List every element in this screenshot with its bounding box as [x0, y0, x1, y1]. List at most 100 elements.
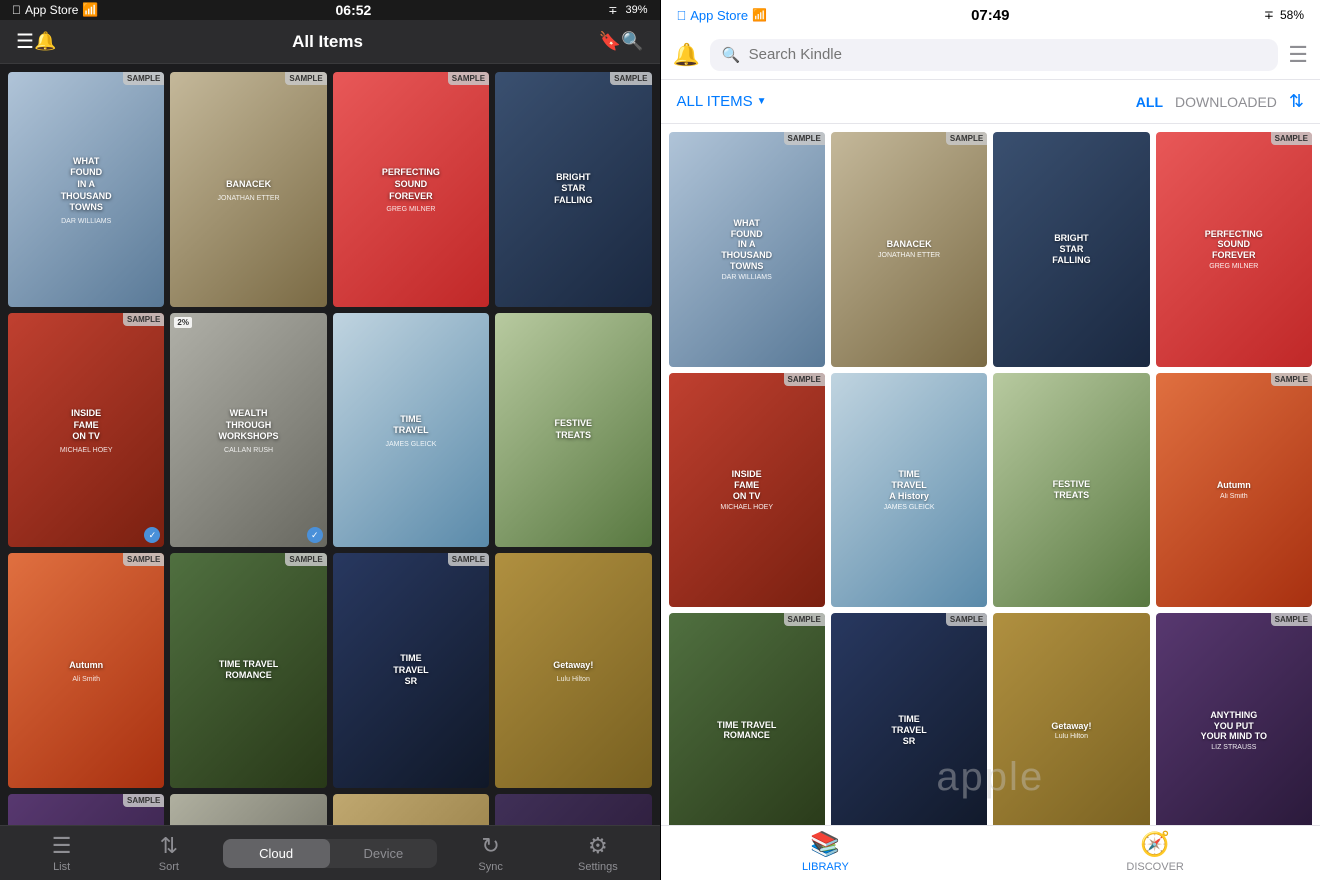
right-books-grid: SAMPLEWHATFOUNDIN ATHOUSANDTOWNSDAR WILL… [669, 132, 1313, 825]
right-discover-label: DISCOVER [1126, 861, 1183, 873]
left-sync-icon: ↻ [481, 833, 499, 859]
sample-badge: SAMPLE [285, 72, 326, 85]
left-app-store-text: App Store [25, 3, 78, 17]
percent-badge: 2% [174, 317, 192, 328]
left-tab-cloud[interactable]: Cloud [223, 839, 330, 868]
list-item[interactable]: THE SINSOF THEFATHERSANDY CONWAY [495, 794, 651, 825]
right-discover-icon: 🧭 [1140, 830, 1170, 859]
right-filter-bar: ALL ITEMS ▼ ALL DOWNLOADED ⇅ [661, 80, 1320, 124]
right-sort-icon[interactable]: ⇅ [1289, 91, 1304, 112]
sample-badge: SAMPLE [784, 613, 825, 626]
right-tab-bar: 📚 LIBRARY 🧭 DISCOVER [661, 825, 1320, 880]
left-tab-settings[interactable]: ⚙ Settings [544, 833, 651, 873]
list-item[interactable]: SAMPLETIMETRAVELSR [333, 553, 489, 788]
right-tab-library[interactable]: 📚 LIBRARY [661, 830, 991, 877]
filter-all-items-btn[interactable]: ALL ITEMS ▼ [677, 93, 767, 110]
right-time: 07:49 [971, 7, 1009, 24]
list-item[interactable]: SAMPLEINSIDEFAMEON TVMICHAEL HOEY✓ [8, 313, 164, 548]
left-books-content: SAMPLEWHATFOUNDIN ATHOUSANDTOWNSDAR WILL… [0, 64, 660, 825]
search-input[interactable] [749, 46, 1267, 63]
sample-badge: SAMPLE [946, 613, 987, 626]
list-item[interactable]: SAMPLEPERFECTINGSOUNDFOREVERGREG MILNER [1156, 132, 1312, 367]
filter-chevron-icon: ▼ [757, 96, 767, 107]
left-time: 06:52 [336, 2, 372, 18]
right-tab-discover[interactable]: 🧭 DISCOVER [990, 830, 1320, 877]
filter-tab-downloaded[interactable]: DOWNLOADED [1175, 94, 1277, 110]
list-item[interactable]: SAMPLETIME TRAVELROMANCE [170, 553, 326, 788]
apple-icon:  [12, 3, 21, 17]
sample-badge: SAMPLE [123, 313, 164, 326]
list-item[interactable]: SAMPLEBRIGHTSTARFALLING [495, 72, 651, 307]
list-item[interactable]: 2%WEALTHTHROUGHWORKSHOPSCALLAN RUSH✓ [170, 313, 326, 548]
list-item[interactable]: SAMPLEPERFECTINGSOUNDFOREVERGREG MILNER [333, 72, 489, 307]
right-apple-icon:  [677, 8, 687, 23]
left-status-right: ∓ 39% [608, 4, 647, 17]
left-nav-bar: ☰ 🔔 All Items 🔖 🔍 [0, 20, 660, 64]
left-tab-list[interactable]: ☰ List [8, 833, 115, 873]
list-item[interactable]: SAMPLEANYTHINGYOU PUTYOUR MIND TOLIZ STR… [8, 794, 164, 825]
left-search-icon[interactable]: 🔍 [621, 31, 643, 52]
list-item[interactable]: TIMETRAVELJAMES GLEICK [333, 313, 489, 548]
left-tab-sync[interactable]: ↻ Sync [437, 833, 544, 873]
filter-tab-all[interactable]: ALL [1136, 94, 1163, 110]
list-item[interactable]: FESTIVETREATS [495, 313, 651, 548]
list-item[interactable]: SAMPLEANYTHINGYOU PUTYOUR MIND TOLIZ STR… [1156, 613, 1312, 825]
sample-badge: SAMPLE [1271, 613, 1312, 626]
sample-badge: SAMPLE [448, 553, 489, 566]
right-battery-text: 58% [1280, 8, 1304, 22]
list-item[interactable]: SAMPLEINSIDEFAMEON TVMICHAEL HOEY [669, 373, 825, 608]
list-item[interactable]: SAMPLEAutumnAli Smith [1156, 373, 1312, 608]
list-item[interactable]: FESTIVETREATS [993, 373, 1149, 608]
list-item[interactable]: SAMPLETIMETRAVELSR [831, 613, 987, 825]
left-bookmark-icon[interactable]: 🔖 [599, 31, 621, 52]
search-input-wrap: 🔍 [710, 39, 1278, 71]
right-library-label: LIBRARY [802, 861, 849, 873]
left-tab-bar: ☰ List ⇅ Sort Cloud Device ↻ Sync ⚙ Sett… [0, 825, 660, 880]
left-wifi-icon: 📶 [82, 2, 98, 18]
left-tab-sort[interactable]: ⇅ Sort [115, 833, 222, 873]
list-item[interactable]: SAMPLEWHATFOUNDIN ATHOUSANDTOWNSDAR WILL… [8, 72, 164, 307]
check-badge: ✓ [307, 527, 323, 543]
right-bluetooth-icon: ∓ [1264, 8, 1274, 22]
sample-badge: SAMPLE [610, 72, 651, 85]
list-item[interactable]: SAMPLEAutumnAli Smith [8, 553, 164, 788]
sample-badge: SAMPLE [1271, 373, 1312, 386]
list-item[interactable]: TOUCHSTONESEASON ONE [333, 794, 489, 825]
left-panel:  App Store 📶 06:52 ∓ 39% ☰ 🔔 All Items … [0, 0, 660, 880]
list-item[interactable]: STAR TREKTHESE ARETHE VOYAGESMARC CUSHMA… [170, 794, 326, 825]
right-panel:  App Store 📶 07:49 ∓ 58% 🔔 🔍 ☰ ALL ITEM… [661, 0, 1320, 880]
left-sort-label: Sort [159, 861, 179, 873]
sample-badge: SAMPLE [285, 553, 326, 566]
list-item[interactable]: SAMPLEBANACEKJONATHAN ETTER [831, 132, 987, 367]
left-nav-title: All Items [56, 32, 598, 52]
sample-badge: SAMPLE [448, 72, 489, 85]
list-item[interactable]: TIMETRAVELA HistoryJAMES GLEICK [831, 373, 987, 608]
left-sort-icon: ⇅ [160, 833, 178, 859]
left-notif-icon[interactable]: 🔔 [34, 31, 56, 52]
sample-badge: SAMPLE [946, 132, 987, 145]
list-item[interactable]: Getaway!Lulu Hilton [495, 553, 651, 788]
list-item[interactable]: Getaway!Lulu Hilton [993, 613, 1149, 825]
list-item[interactable]: BRIGHTSTARFALLING [993, 132, 1149, 367]
filter-all-items-label: ALL ITEMS [677, 93, 753, 110]
sample-badge: SAMPLE [784, 373, 825, 386]
left-app-store-label:  App Store 📶 [12, 2, 99, 18]
right-notif-icon[interactable]: 🔔 [673, 42, 700, 68]
right-status-icons: ∓ 58% [1264, 8, 1304, 22]
left-settings-icon: ⚙ [588, 833, 608, 859]
left-tab-device[interactable]: Device [330, 839, 437, 868]
list-item[interactable]: SAMPLEBANACEKJONATHAN ETTER [170, 72, 326, 307]
sample-badge: SAMPLE [123, 553, 164, 566]
list-item[interactable]: SAMPLEWHATFOUNDIN ATHOUSANDTOWNSDAR WILL… [669, 132, 825, 367]
left-books-grid: SAMPLEWHATFOUNDIN ATHOUSANDTOWNSDAR WILL… [8, 72, 652, 825]
check-badge: ✓ [144, 527, 160, 543]
list-item[interactable]: SAMPLETIME TRAVELROMANCE [669, 613, 825, 825]
left-status-bar:  App Store 📶 06:52 ∓ 39% [0, 0, 660, 20]
right-wifi-icon: 📶 [752, 8, 767, 22]
right-list-icon[interactable]: ☰ [1288, 42, 1308, 68]
left-segment-group: Cloud Device [223, 839, 438, 868]
left-battery-text: 39% [625, 4, 647, 16]
filter-tabs-group: ALL DOWNLOADED ⇅ [1136, 91, 1304, 112]
left-menu-icon[interactable]: ☰ [16, 29, 34, 54]
right-app-store-label:  App Store 📶 [677, 8, 768, 23]
